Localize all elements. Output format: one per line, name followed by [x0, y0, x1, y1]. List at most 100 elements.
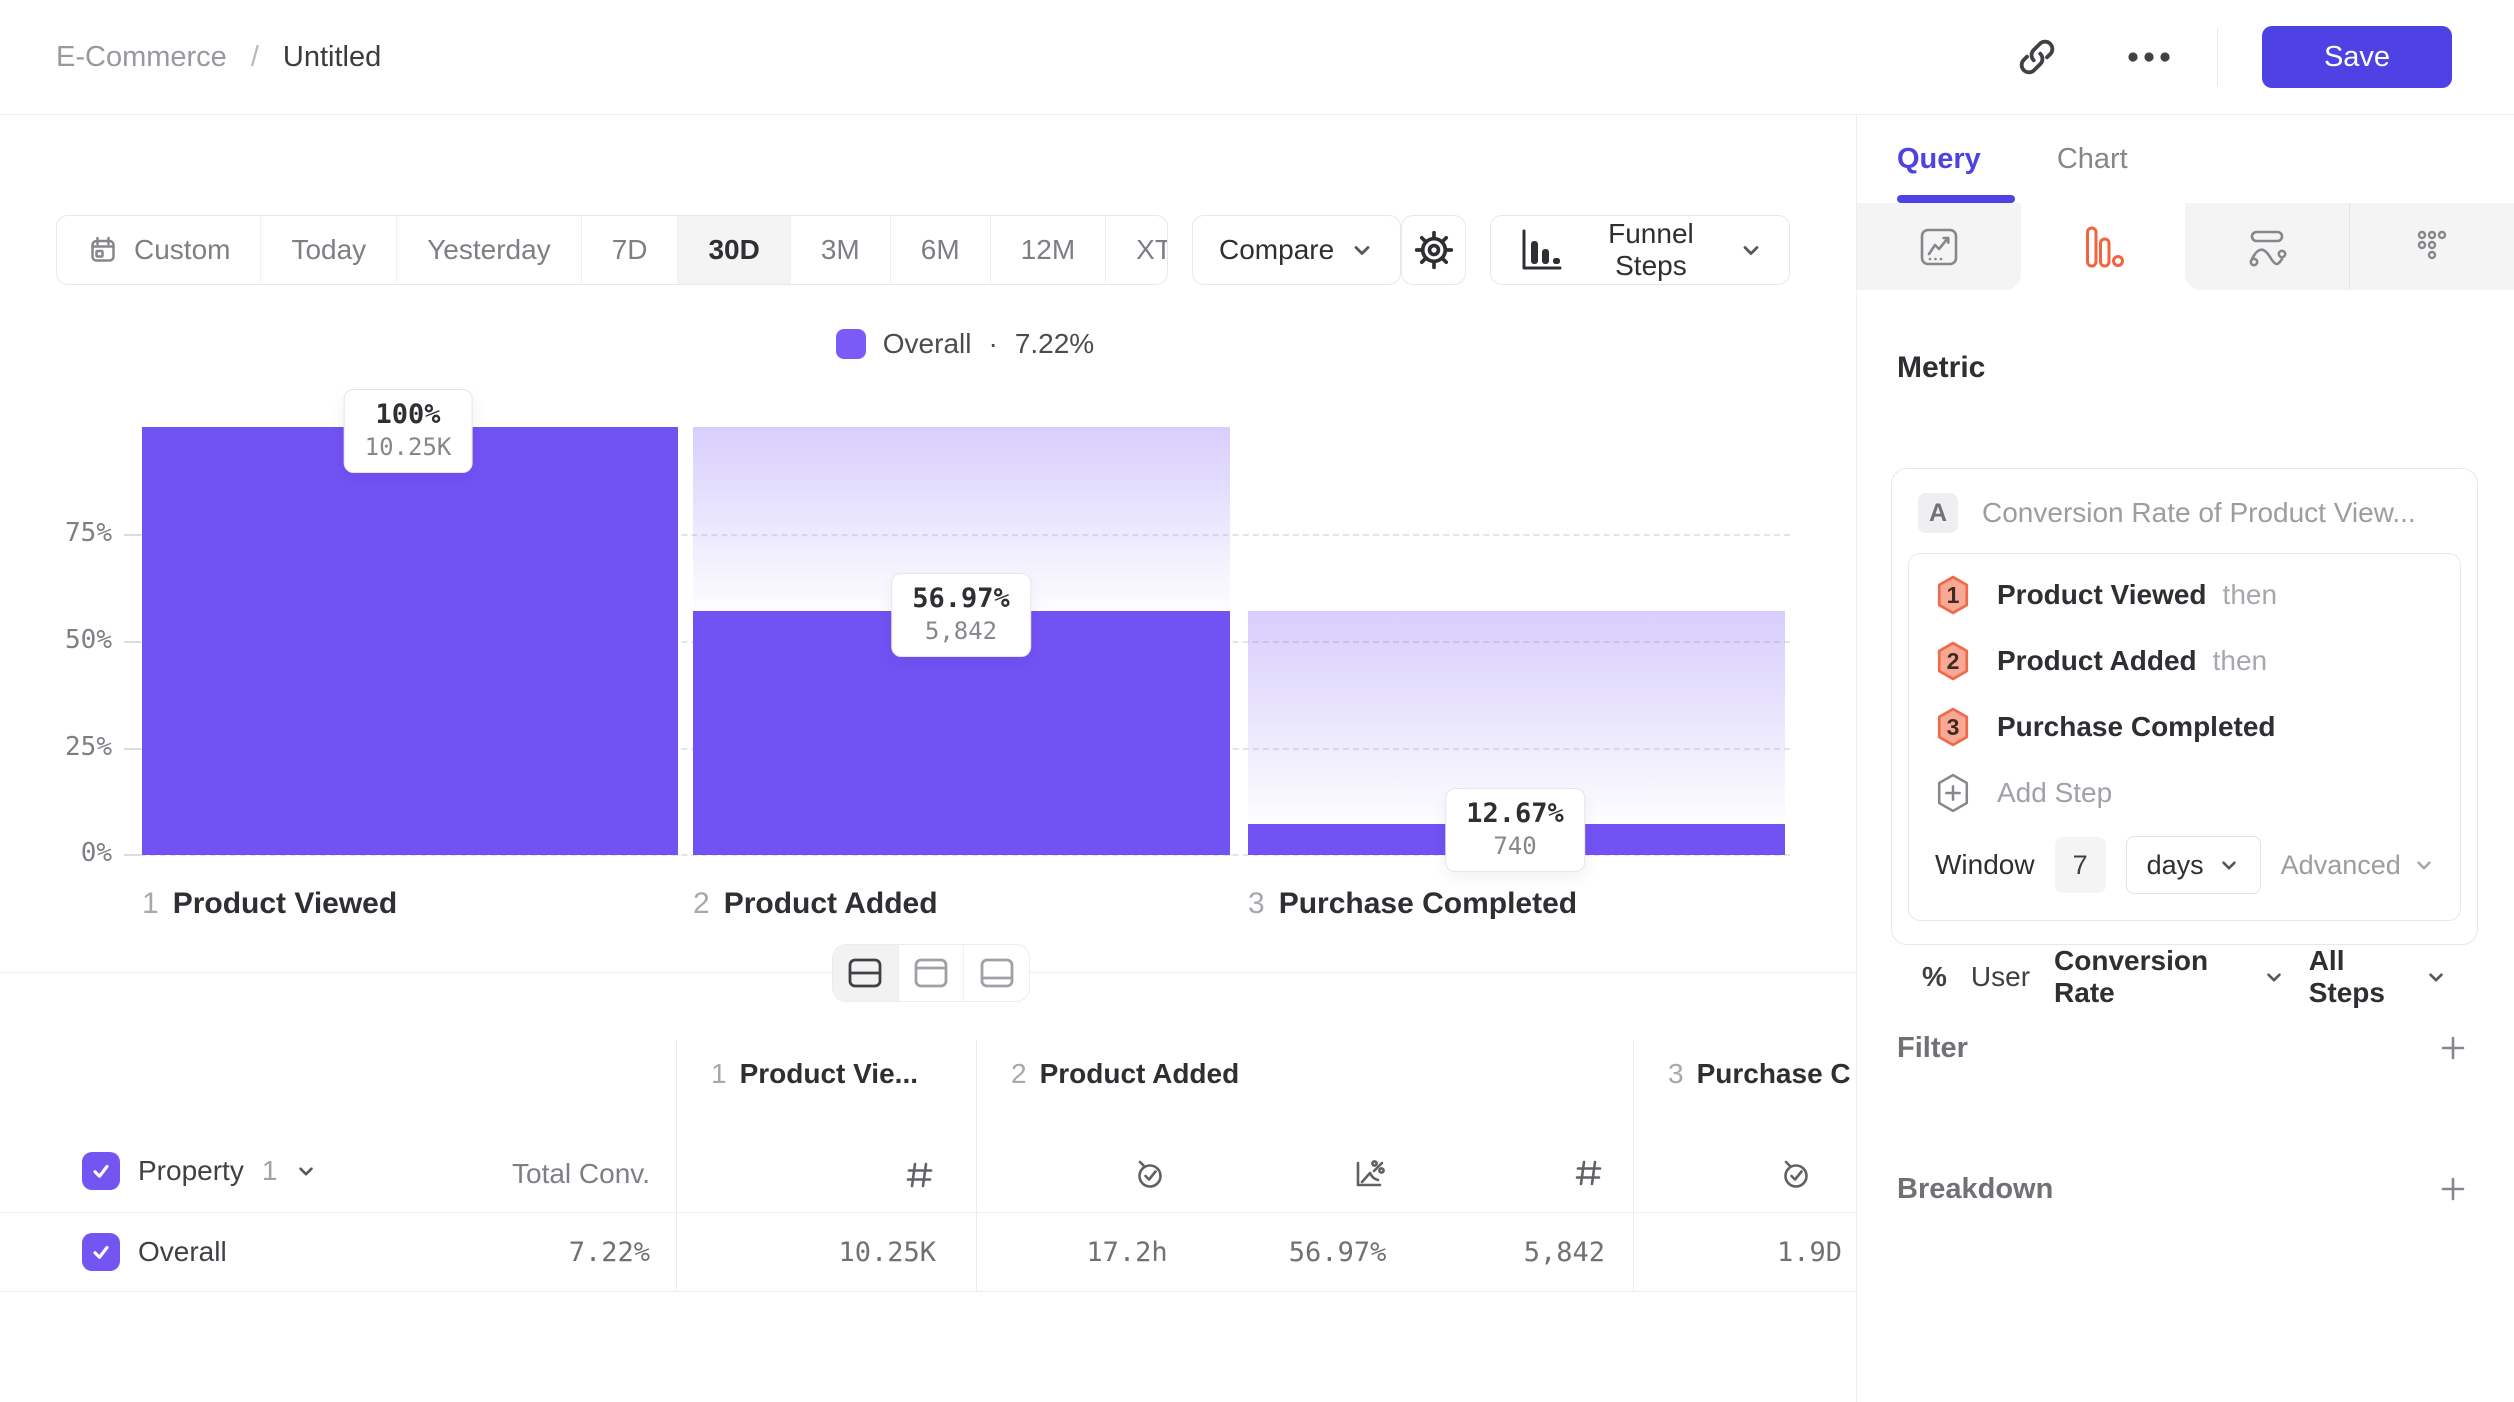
- bar-value-label-step2: 56.97% 5,842: [891, 573, 1031, 657]
- window-label: Window: [1935, 849, 2035, 881]
- legend-swatch: [836, 329, 866, 359]
- measure-type-dropdown[interactable]: Conversion Rate: [2054, 945, 2285, 1009]
- bar-count: 740: [1466, 832, 1564, 860]
- query-step-3[interactable]: 3 Purchase Completed: [1909, 694, 2460, 760]
- save-button[interactable]: Save: [2262, 26, 2452, 88]
- chevron-down-icon: [1739, 238, 1763, 262]
- table-only-view-button[interactable]: [964, 945, 1029, 1001]
- window-unit-label: days: [2147, 850, 2204, 881]
- ellipsis-icon: [2126, 50, 2172, 64]
- metric-card: A Conversion Rate of Product View... 1 P…: [1891, 468, 2478, 945]
- step-event-name: Product Added: [1997, 645, 2197, 677]
- row-checkbox[interactable]: [82, 1233, 120, 1271]
- report-canvas: Custom Today Yesterday 7D 30D 3M 6M 12M …: [0, 115, 1856, 1402]
- date-range-6m[interactable]: 6M: [891, 216, 991, 284]
- y-axis-tickmark: [124, 854, 140, 856]
- copy-link-button[interactable]: [2009, 29, 2065, 85]
- step3-avg-time-value: 1.9D: [1777, 1237, 1842, 1268]
- column-step-name: Purchase C: [1697, 1058, 1851, 1090]
- visualization-dropdown[interactable]: Funnel Steps: [1490, 215, 1790, 285]
- stopwatch-check-icon: [1778, 1156, 1814, 1192]
- chart-only-view-button[interactable]: [899, 945, 965, 1001]
- add-step-hexagon-plus-icon: [1935, 773, 1971, 813]
- add-breakdown-button[interactable]: [2436, 1172, 2470, 1206]
- segmentation-chart-tab[interactable]: [2349, 203, 2514, 290]
- window-value-input[interactable]: 7: [2055, 837, 2106, 893]
- table-row[interactable]: Overall 7.22% 10.25K 17.2h 56.97% 5,842 …: [0, 1213, 1856, 1292]
- link-icon: [2015, 35, 2059, 79]
- insights-chart-tab[interactable]: [1857, 203, 2021, 290]
- stopwatch-check-icon: [1132, 1156, 1168, 1192]
- advanced-dropdown[interactable]: Advanced: [2281, 850, 2441, 881]
- legend-series: Overall: [883, 328, 972, 360]
- breadcrumb-current[interactable]: Untitled: [283, 41, 381, 74]
- breakdown-section: Breakdown: [1897, 1161, 2470, 1217]
- breadcrumb-parent[interactable]: E-Commerce: [56, 41, 227, 74]
- date-range-today[interactable]: Today: [261, 216, 397, 284]
- metric-title-row[interactable]: A Conversion Rate of Product View...: [1892, 469, 2477, 533]
- step-suffix: then: [2213, 645, 2268, 677]
- legend-value: 7.22%: [1015, 328, 1094, 360]
- breadcrumb: E-Commerce / Untitled: [56, 41, 381, 74]
- window-unit-dropdown[interactable]: days: [2126, 836, 2261, 894]
- total-conv-header[interactable]: Total Conv.: [512, 1158, 650, 1190]
- tab-query[interactable]: Query: [1897, 143, 1981, 176]
- count-metric-header[interactable]: [1414, 1156, 1633, 1192]
- dots-grid-icon: [2409, 224, 2455, 270]
- date-range-picker: Custom Today Yesterday 7D 30D 3M 6M 12M …: [56, 215, 1168, 285]
- funnel-chart-tab[interactable]: [2021, 203, 2185, 290]
- date-range-xtd[interactable]: XTD: [1106, 216, 1168, 284]
- tab-chart[interactable]: Chart: [2057, 143, 2128, 176]
- step2-rate-value: 56.97%: [1289, 1237, 1387, 1268]
- date-range-7d[interactable]: 7D: [582, 216, 679, 284]
- filter-heading: Filter: [1897, 1032, 1968, 1065]
- chevron-down-icon[interactable]: [295, 1160, 317, 1182]
- add-filter-button[interactable]: [2436, 1031, 2470, 1065]
- chart-legend[interactable]: Overall · 7.22%: [140, 328, 1790, 360]
- plus-icon: [2436, 1172, 2470, 1206]
- bar-pct: 12.67%: [1466, 798, 1564, 829]
- calendar-icon: [87, 234, 119, 266]
- bar-pct: 100%: [365, 399, 452, 430]
- add-step-button[interactable]: Add Step: [1909, 760, 2460, 826]
- plus-icon: [2436, 1031, 2470, 1065]
- y-axis-tick: 0%: [20, 838, 112, 868]
- date-range-30d[interactable]: 30D: [678, 216, 790, 284]
- query-step-2[interactable]: 2 Product Added then: [1909, 628, 2460, 694]
- date-range-3m[interactable]: 3M: [791, 216, 891, 284]
- query-step-1[interactable]: 1 Product Viewed then: [1909, 562, 2460, 628]
- measure-entity[interactable]: User: [1971, 961, 2030, 993]
- flows-chart-icon: [2244, 224, 2290, 270]
- chart-settings-button[interactable]: [1401, 215, 1466, 285]
- select-all-checkbox[interactable]: [82, 1152, 120, 1190]
- chevron-down-icon: [2218, 854, 2240, 876]
- step-event-name: Purchase Completed: [1997, 711, 2276, 743]
- date-range-yesterday[interactable]: Yesterday: [397, 216, 582, 284]
- property-selector-label[interactable]: Property: [138, 1155, 244, 1187]
- measure-scope-label: All Steps: [2309, 945, 2413, 1009]
- active-tab-underline: [1897, 195, 2015, 203]
- avg-time-metric-header[interactable]: [977, 1156, 1196, 1192]
- breadcrumb-separator: /: [251, 41, 259, 74]
- chevron-down-icon: [2263, 966, 2285, 988]
- more-options-button[interactable]: [2121, 29, 2177, 85]
- date-range-12m[interactable]: 12M: [991, 216, 1106, 284]
- avg-time-metric-header[interactable]: [1634, 1156, 1856, 1192]
- funnel-bar-step1[interactable]: [142, 427, 678, 855]
- measure-scope-dropdown[interactable]: All Steps: [2309, 945, 2447, 1009]
- step3-header-cell: 3 Purchase C: [1633, 1040, 1856, 1212]
- compare-button[interactable]: Compare: [1192, 215, 1401, 285]
- bar-pct: 56.97%: [912, 583, 1010, 614]
- bar-value-label-step3: 12.67% 740: [1445, 788, 1585, 872]
- chevron-down-icon: [2413, 854, 2435, 876]
- hash-icon: [902, 1158, 936, 1192]
- conversion-rate-metric-header[interactable]: [1196, 1156, 1415, 1192]
- flows-chart-tab[interactable]: [2185, 203, 2349, 290]
- chart-type-selector: [1857, 203, 2514, 290]
- date-range-custom[interactable]: Custom: [57, 216, 261, 284]
- chevron-down-icon: [1350, 238, 1374, 262]
- date-range-label: XTD: [1136, 234, 1168, 266]
- split-view-button[interactable]: [833, 945, 899, 1001]
- count-metric-header[interactable]: [677, 1158, 976, 1192]
- top-panel-view-icon: [913, 957, 949, 989]
